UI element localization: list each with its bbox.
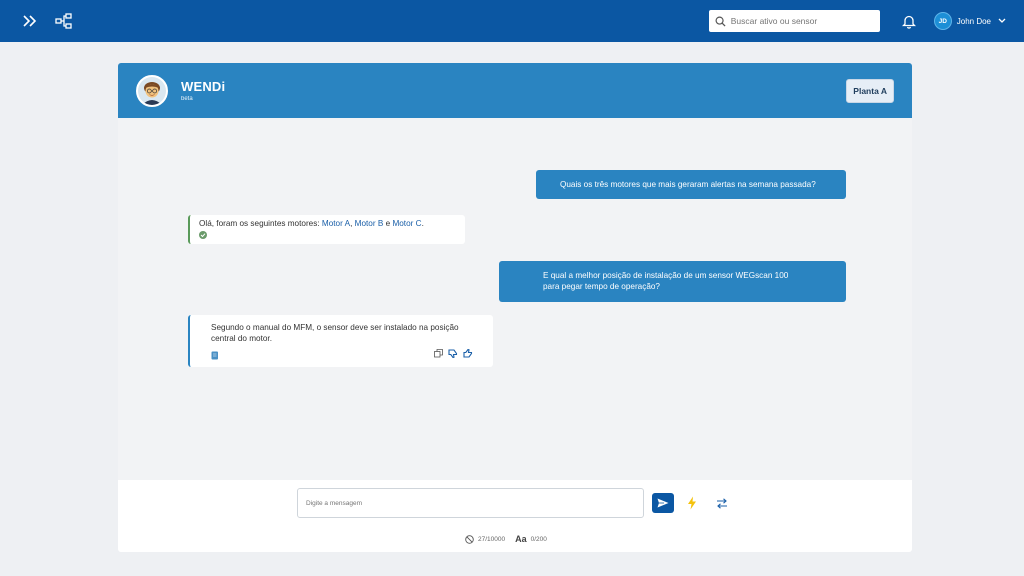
block-icon bbox=[465, 534, 474, 544]
char-counter: 27/10000 bbox=[478, 535, 506, 543]
search-input[interactable] bbox=[730, 16, 861, 26]
send-icon bbox=[657, 498, 669, 508]
hierarchy-icon[interactable] bbox=[52, 9, 76, 33]
top-bar: JD John Doe bbox=[0, 0, 1024, 42]
link-motor-b[interactable]: Motor B bbox=[355, 219, 384, 228]
search-icon bbox=[715, 16, 726, 27]
thumbs-up-icon[interactable] bbox=[463, 348, 473, 361]
send-button[interactable] bbox=[652, 493, 674, 513]
copy-icon[interactable] bbox=[434, 349, 443, 361]
link-motor-a[interactable]: Motor A bbox=[322, 219, 350, 228]
counters: 27/10000 Aa 0/200 bbox=[465, 534, 557, 544]
chat-subtitle: beta bbox=[181, 96, 193, 102]
chat-header: WENDi beta Planta A bbox=[118, 63, 912, 118]
chat-panel: WENDi beta Planta A Quais os três motore… bbox=[118, 63, 912, 552]
chevron-down-icon bbox=[998, 18, 1006, 23]
swap-icon[interactable] bbox=[714, 495, 730, 511]
user-name: John Doe bbox=[956, 16, 991, 26]
bot-message: Segundo o manual do MFM, o sensor deve s… bbox=[188, 315, 493, 367]
thumbs-down-icon[interactable] bbox=[448, 349, 458, 361]
message-input[interactable] bbox=[297, 488, 644, 518]
bot-avatar bbox=[136, 74, 168, 107]
bot-message: Olá, foram os seguintes motores: Motor A… bbox=[188, 215, 465, 244]
notifications-bell-icon[interactable] bbox=[898, 10, 920, 32]
user-menu[interactable]: JD John Doe bbox=[933, 12, 1006, 30]
messages-area: Quais os três motores que mais geraram a… bbox=[118, 118, 912, 480]
chat-title: WENDi bbox=[181, 79, 226, 94]
lightning-icon[interactable] bbox=[684, 494, 700, 512]
expand-menu-icon[interactable] bbox=[18, 9, 42, 33]
user-avatar: JD bbox=[933, 12, 952, 30]
link-motor-c[interactable]: Motor C bbox=[392, 219, 421, 228]
input-footer: 27/10000 Aa 0/200 bbox=[118, 480, 912, 552]
success-check-icon bbox=[199, 231, 457, 242]
user-message: E qual a melhor posição de instalação de… bbox=[499, 261, 846, 302]
user-message: Quais os três motores que mais geraram a… bbox=[536, 170, 846, 199]
font-size-icon: Aa bbox=[515, 534, 527, 544]
word-counter: 0/200 bbox=[530, 535, 547, 543]
document-icon bbox=[211, 351, 219, 363]
plant-select-button[interactable]: Planta A bbox=[846, 78, 894, 103]
search-box[interactable] bbox=[708, 10, 880, 32]
